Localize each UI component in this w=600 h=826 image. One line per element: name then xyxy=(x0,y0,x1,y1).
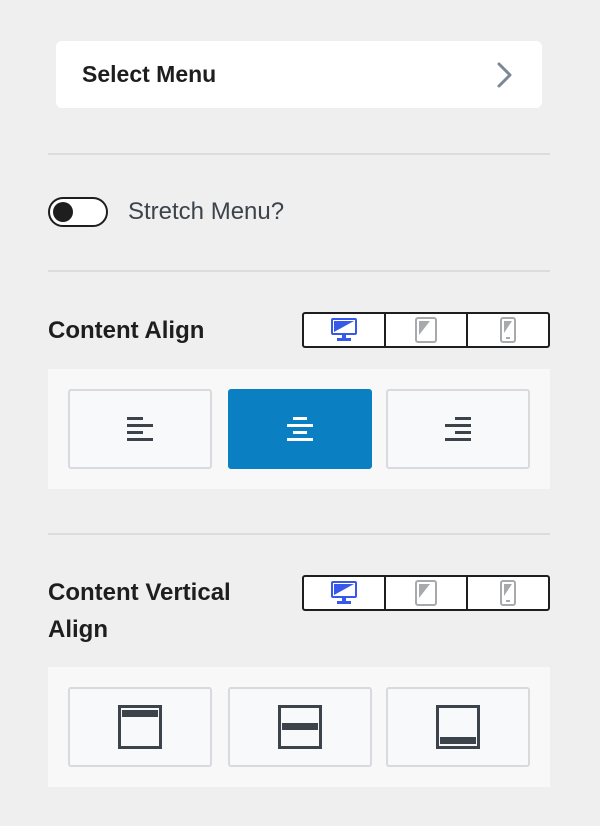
mobile-icon xyxy=(500,317,516,343)
select-menu-button[interactable]: Select Menu xyxy=(56,41,542,108)
desktop-icon xyxy=(331,581,357,604)
chevron-right-icon xyxy=(497,62,512,87)
mobile-icon xyxy=(500,580,516,606)
valign-bottom-icon xyxy=(436,705,480,749)
content-vertical-align-options xyxy=(48,667,550,787)
align-center-icon xyxy=(287,417,313,441)
valign-middle-icon xyxy=(278,705,322,749)
desktop-icon xyxy=(331,318,357,341)
content-vertical-align-title-line2: Align xyxy=(48,616,108,643)
stretch-menu-label: Stretch Menu? xyxy=(128,198,285,225)
device-tablet-button[interactable] xyxy=(384,314,466,346)
valign-middle-button[interactable] xyxy=(228,687,372,767)
align-right-icon xyxy=(445,417,471,441)
valign-top-button[interactable] xyxy=(68,687,212,767)
valign-bottom-button[interactable] xyxy=(386,687,530,767)
divider xyxy=(48,153,550,155)
align-left-button[interactable] xyxy=(68,389,212,469)
device-desktop-button[interactable] xyxy=(304,577,384,609)
divider xyxy=(48,270,550,272)
content-align-options xyxy=(48,369,550,489)
device-mobile-button[interactable] xyxy=(466,314,548,346)
device-tablet-button[interactable] xyxy=(384,577,466,609)
content-vertical-align-device-switch xyxy=(302,575,550,611)
stretch-menu-row: Stretch Menu? xyxy=(48,195,284,229)
select-menu-label: Select Menu xyxy=(82,61,217,87)
divider xyxy=(48,533,550,535)
tablet-icon xyxy=(415,317,437,343)
valign-top-icon xyxy=(118,705,162,749)
tablet-icon xyxy=(415,580,437,606)
align-right-button[interactable] xyxy=(386,389,530,469)
align-center-button[interactable] xyxy=(228,389,372,469)
device-desktop-button[interactable] xyxy=(304,314,384,346)
content-align-device-switch xyxy=(302,312,550,348)
device-mobile-button[interactable] xyxy=(466,577,548,609)
stretch-menu-toggle[interactable] xyxy=(48,197,108,227)
align-left-icon xyxy=(127,417,153,441)
content-align-title: Content Align xyxy=(48,317,205,344)
toggle-knob xyxy=(53,202,73,222)
content-vertical-align-title-line1: Content Vertical xyxy=(48,579,231,606)
content-vertical-align-title: Content Vertical Align xyxy=(48,574,231,648)
